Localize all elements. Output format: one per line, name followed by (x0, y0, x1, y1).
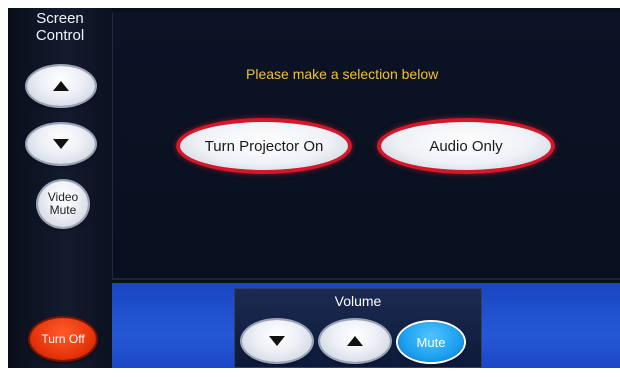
audio-mute-label: Mute (416, 334, 446, 350)
volume-label: Volume (334, 293, 382, 309)
volume-down-button[interactable] (242, 320, 312, 362)
up-arrow-icon (53, 81, 69, 91)
audio-only-button[interactable]: Audio Only (377, 118, 555, 174)
audio-mute-button[interactable]: Mute (398, 322, 464, 362)
down-arrow-icon (53, 139, 69, 149)
down-arrow-icon (269, 336, 285, 346)
turn-off-button[interactable]: Turn Off (30, 318, 96, 360)
video-mute-line2: Mute (49, 203, 77, 217)
turn-off-label: Turn Off (41, 332, 85, 346)
screen-up-button[interactable] (27, 66, 95, 106)
video-mute-button[interactable]: Video Mute (38, 181, 88, 227)
sidebar-title: Screen Control (8, 10, 112, 44)
video-mute-label: Video Mute (48, 191, 78, 217)
selection-prompt: Please make a selection below (246, 66, 439, 82)
up-arrow-icon (347, 336, 363, 346)
turn-projector-on-label: Turn Projector On (204, 137, 324, 155)
volume-up-button[interactable] (320, 320, 390, 362)
sidebar-title-line1: Screen (36, 10, 84, 27)
sidebar-title-line2: Control (35, 27, 85, 44)
screen-down-button[interactable] (27, 124, 95, 164)
turn-projector-on-button[interactable]: Turn Projector On (176, 118, 352, 174)
audio-only-label: Audio Only (429, 137, 503, 155)
